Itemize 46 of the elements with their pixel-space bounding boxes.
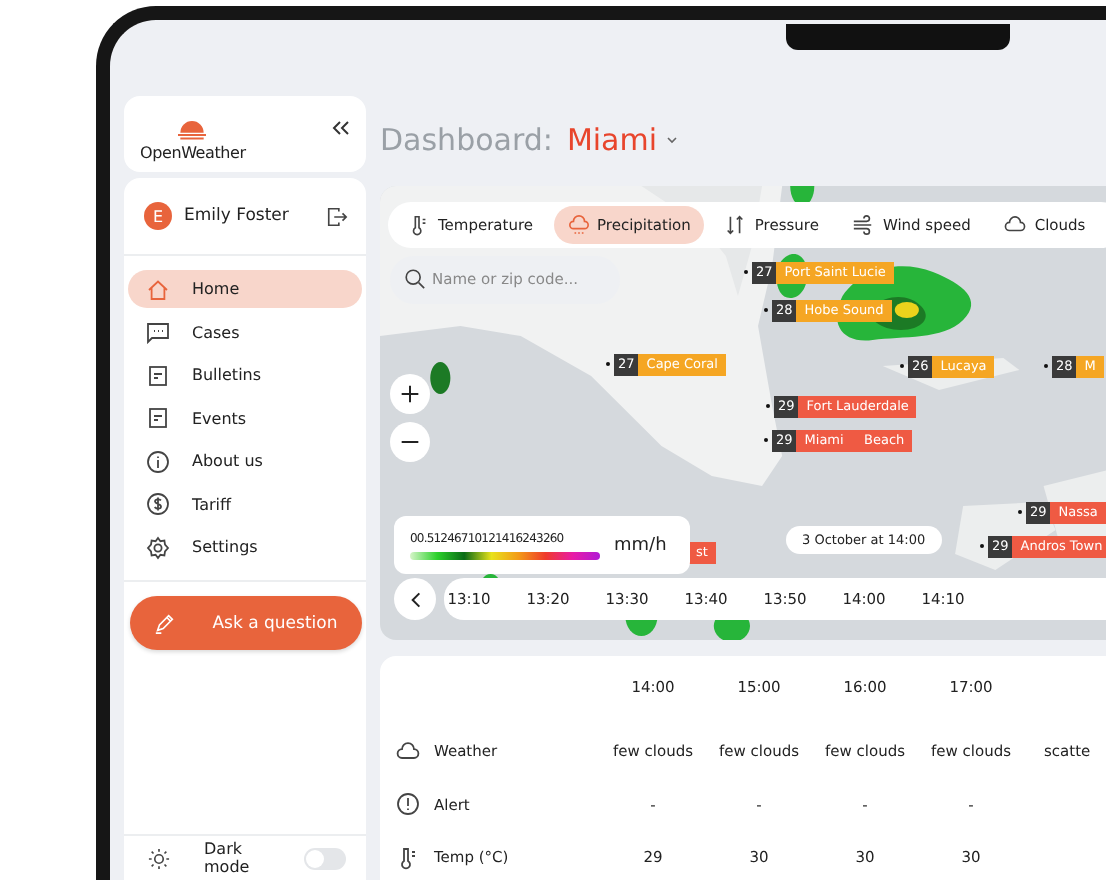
nav-item[interactable]: About us: [128, 442, 362, 480]
nav-item[interactable]: Settings: [128, 528, 362, 566]
dashboard-title: Dashboard:: [380, 122, 553, 158]
marker-dot: [744, 270, 748, 275]
marker-dot: [1018, 510, 1022, 515]
cloud-icon: [1004, 214, 1027, 236]
chat-icon: [146, 320, 170, 344]
nav-item[interactable]: Tariff: [128, 485, 362, 523]
settings-icon: [146, 535, 170, 559]
chevron-down-icon: [663, 132, 680, 148]
search-icon: [404, 267, 426, 289]
marker-dot: [1044, 364, 1048, 369]
cloud-rain-icon: [567, 214, 590, 236]
nav-item[interactable]: Events: [128, 399, 362, 437]
alert-icon: [396, 792, 420, 817]
up-down-arrows-icon: [724, 214, 747, 236]
marker-dot: [606, 362, 610, 367]
house-icon: [146, 277, 170, 301]
marker-dot: [764, 438, 768, 443]
plus-icon: [400, 384, 420, 404]
marker-dot: [766, 404, 770, 409]
thermometer-icon: [408, 214, 430, 236]
user-name: Emily Foster: [184, 206, 291, 226]
info-icon: [146, 449, 170, 473]
nav-item[interactable]: Cases: [128, 313, 362, 351]
dark-mode-label: Dark mode: [204, 840, 252, 876]
nav-item[interactable]: Home: [128, 270, 362, 308]
legend-unit: mm/h: [614, 535, 667, 555]
sun-icon: [148, 847, 170, 869]
brand-name: OpenWeather: [140, 144, 246, 162]
user-avatar: E: [144, 202, 172, 230]
dollar-icon: [146, 492, 170, 516]
wind-icon: [852, 214, 875, 236]
cloud-icon: [396, 739, 420, 764]
nav-item[interactable]: Bulletins: [128, 356, 362, 394]
marker-dot: [900, 364, 904, 369]
logout-icon: [326, 205, 348, 227]
marker-dot: [764, 308, 768, 313]
document-icon: [146, 363, 170, 387]
dark-mode-toggle[interactable]: [304, 847, 346, 869]
collapse-button[interactable]: [330, 120, 350, 136]
marker-dot: [980, 544, 984, 549]
pencil-icon: [154, 612, 177, 634]
logout-button[interactable]: [326, 205, 348, 227]
document-icon: [146, 406, 170, 430]
thermometer-icon: [396, 845, 420, 870]
